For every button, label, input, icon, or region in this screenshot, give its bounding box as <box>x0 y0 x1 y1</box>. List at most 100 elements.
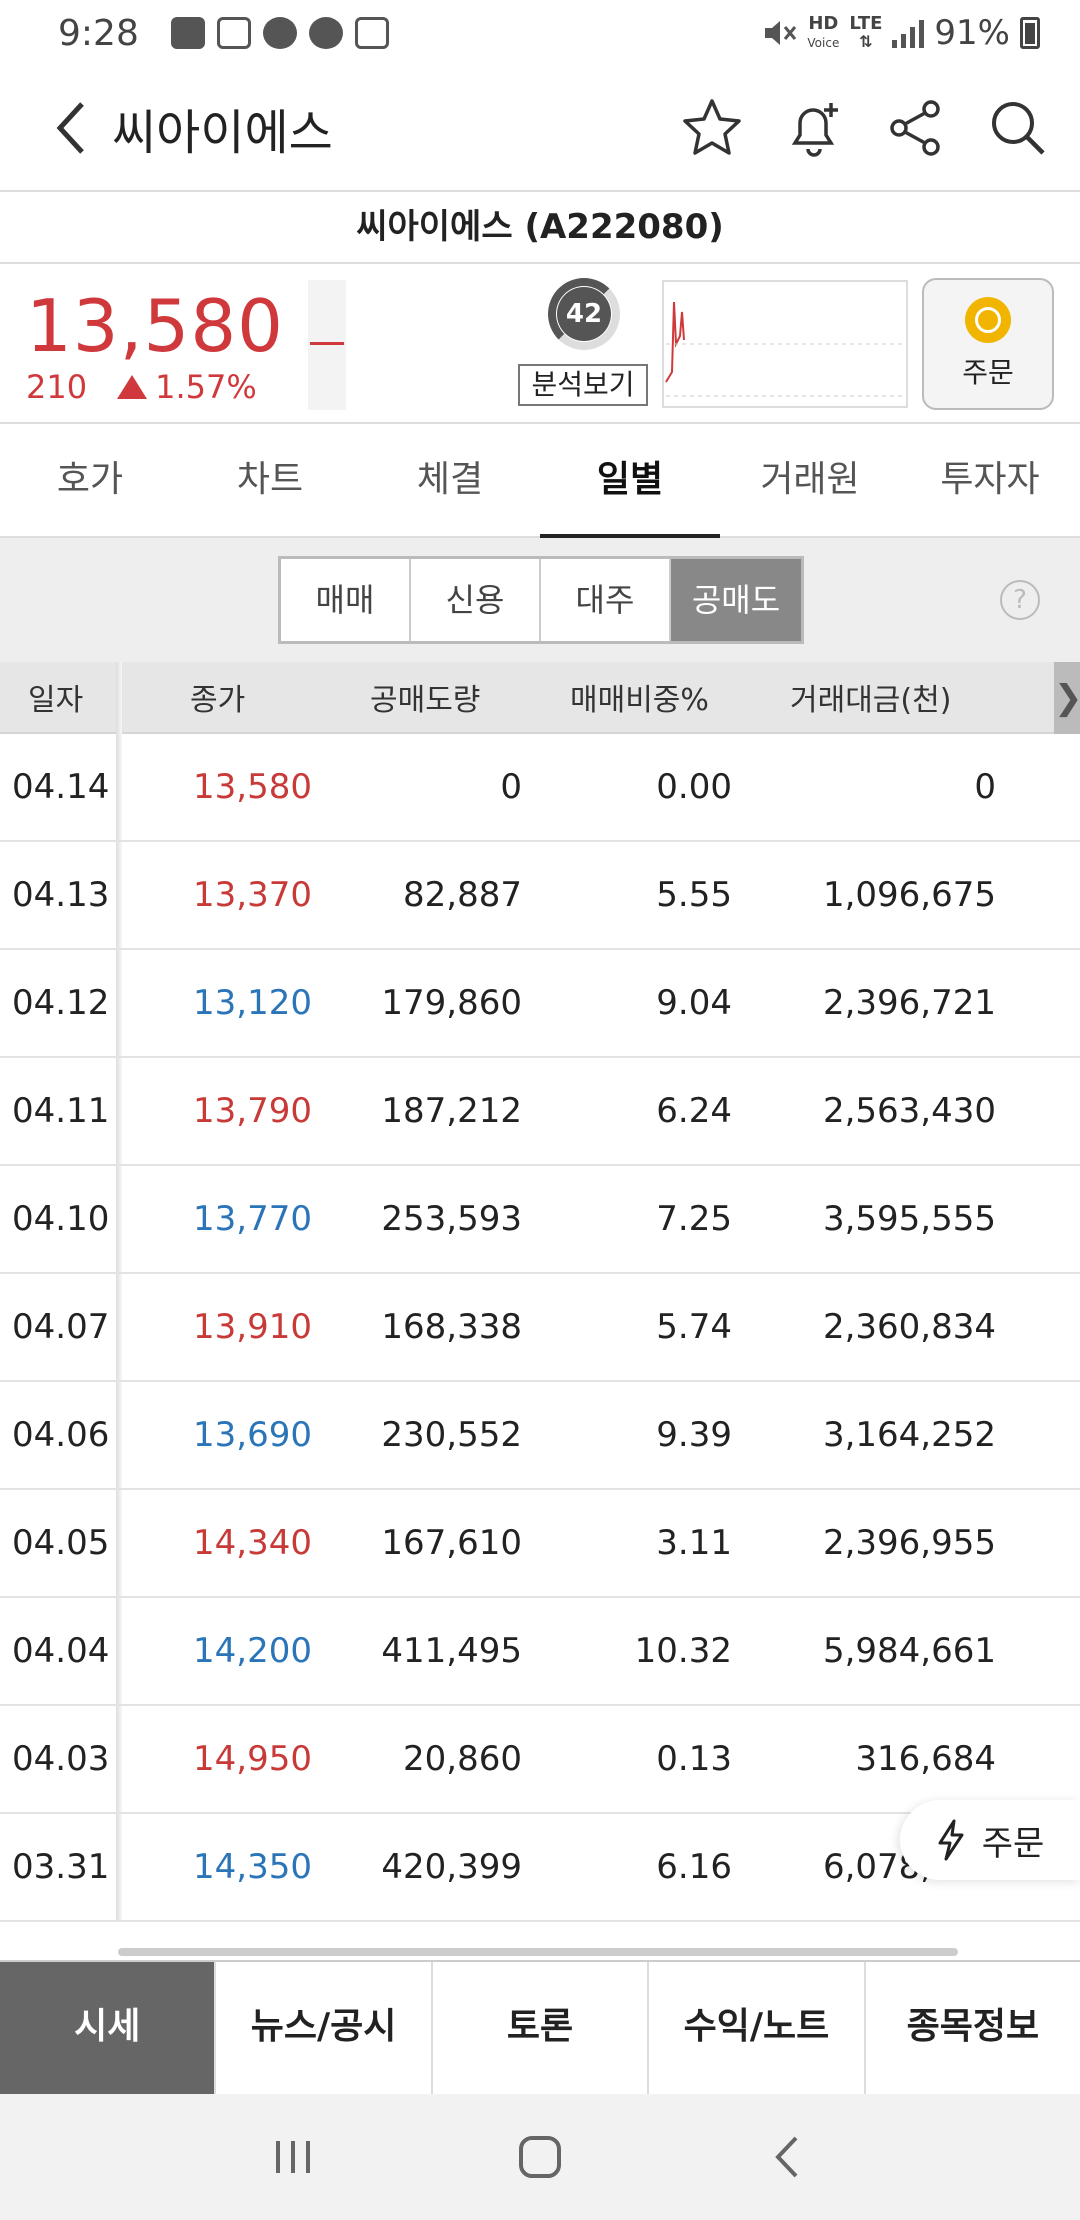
cell-short-volume: 0 <box>500 767 522 807</box>
tab-investors[interactable]: 투자자 <box>900 424 1080 536</box>
tab-brokers[interactable]: 거래원 <box>720 424 900 536</box>
system-nav-bar <box>0 2094 1080 2220</box>
bottom-nav-news[interactable]: 뉴스/공시 <box>216 1962 433 2094</box>
cell-short-volume: 230,552 <box>381 1415 522 1455</box>
cell-ratio: 9.39 <box>656 1415 732 1455</box>
status-bar: 9:28 HD Voice LTE ⇅ 91% <box>0 0 1080 66</box>
cell-amount: 3,595,555 <box>822 1199 996 1239</box>
table-row[interactable]: 04.12 13,120 179,860 9.04 2,396,721 <box>0 950 1080 1058</box>
home-icon <box>518 2136 561 2178</box>
table-row[interactable]: 04.10 13,770 253,593 7.25 3,595,555 <box>0 1166 1080 1274</box>
cell-short-volume: 167,610 <box>381 1523 522 1563</box>
header-short-volume: 공매도량 <box>370 683 481 718</box>
cell-ratio: 10.32 <box>634 1631 732 1671</box>
cell-amount: 3,164,252 <box>822 1415 996 1455</box>
cell-ratio: 6.16 <box>656 1847 732 1887</box>
table-row[interactable]: 04.07 13,910 168,338 5.74 2,360,834 <box>0 1274 1080 1382</box>
cell-amount: 1,096,675 <box>822 875 996 915</box>
segment-lending[interactable]: 대주 <box>541 559 671 641</box>
up-triangle-icon <box>117 375 148 399</box>
table-row[interactable]: 04.13 13,370 82,887 5.55 1,096,675 <box>0 842 1080 950</box>
system-back-button[interactable] <box>747 2117 827 2197</box>
chat-bubble-icon <box>308 17 343 49</box>
cell-short-volume: 420,399 <box>381 1847 522 1887</box>
back-button[interactable] <box>36 93 106 163</box>
segment-trading[interactable]: 매매 <box>281 559 411 641</box>
recent-apps-button[interactable] <box>253 2117 333 2197</box>
home-button[interactable] <box>500 2117 580 2197</box>
cell-close-price: 14,200 <box>193 1631 312 1671</box>
cell-date: 04.03 <box>12 1739 110 1779</box>
search-icon <box>992 102 1045 155</box>
signal-icon <box>892 18 925 48</box>
star-icon <box>683 99 741 155</box>
cell-date: 03.31 <box>12 1847 110 1887</box>
current-price: 13,580 <box>26 284 284 368</box>
table-row[interactable]: 04.04 14,200 411,495 10.32 5,984,661 <box>0 1598 1080 1706</box>
help-icon[interactable]: ? <box>1000 580 1040 620</box>
order-button-label: 주문 <box>962 356 1014 389</box>
cell-amount: 2,360,834 <box>822 1307 996 1347</box>
cell-close-price: 13,910 <box>193 1307 312 1347</box>
recent-apps-icon <box>276 2141 311 2173</box>
bottom-nav-returns[interactable]: 수익/노트 <box>649 1962 866 2094</box>
scroll-right-icon[interactable]: ❯ <box>1054 662 1080 734</box>
cell-short-volume: 411,495 <box>381 1631 522 1671</box>
table-row[interactable]: 04.11 13,790 187,212 6.24 2,563,430 <box>0 1058 1080 1166</box>
cell-short-volume: 187,212 <box>381 1091 522 1131</box>
bell-plus-icon <box>791 103 838 157</box>
segment-credit[interactable]: 신용 <box>411 559 541 641</box>
detail-tabs: 호가 차트 체결 일별 거래원 투자자 <box>0 424 1080 538</box>
gallery-icon <box>354 17 389 49</box>
cell-amount: 2,563,430 <box>822 1091 996 1131</box>
horizontal-scrollbar[interactable] <box>118 1948 958 1956</box>
cell-ratio: 0.13 <box>656 1739 732 1779</box>
tab-hoga[interactable]: 호가 <box>0 424 180 536</box>
table-row[interactable]: 04.03 14,950 20,860 0.13 316,684 <box>0 1706 1080 1814</box>
table-row[interactable]: 04.05 14,340 167,610 3.11 2,396,955 <box>0 1490 1080 1598</box>
back-arrow-icon <box>56 102 84 154</box>
analysis-button[interactable]: 분석보기 <box>518 364 648 406</box>
cell-close-price: 13,120 <box>193 983 312 1023</box>
floating-order-button[interactable]: 주문 <box>900 1800 1080 1880</box>
cell-close-price: 14,950 <box>193 1739 312 1779</box>
battery-icon <box>1020 17 1040 49</box>
intraday-mini-chart[interactable] <box>662 280 908 408</box>
cell-date: 04.05 <box>12 1523 110 1563</box>
tab-trades[interactable]: 체결 <box>360 424 540 536</box>
segment-short-selling[interactable]: 공매도 <box>671 559 801 641</box>
segment-control: 매매 신용 대주 공매도 <box>278 556 804 644</box>
favorite-button[interactable] <box>680 96 744 160</box>
cell-close-price: 13,790 <box>193 1091 312 1131</box>
tab-chart[interactable]: 차트 <box>180 424 360 536</box>
bottom-nav-quotes[interactable]: 시세 <box>0 1962 217 2094</box>
status-time: 9:28 <box>58 12 139 54</box>
tab-daily[interactable]: 일별 <box>540 424 720 538</box>
price-change: 210 1.57% <box>26 368 257 406</box>
cell-close-price: 13,690 <box>193 1415 312 1455</box>
cell-amount: 2,396,955 <box>822 1523 996 1563</box>
price-summary: 13,580 210 1.57% 42 분석보기 주문 <box>0 264 1080 424</box>
table-row[interactable]: 04.14 13,580 0 0.00 0 <box>0 734 1080 842</box>
search-button[interactable] <box>986 96 1050 160</box>
mute-icon <box>765 21 797 45</box>
lightning-icon <box>938 1819 964 1861</box>
change-percent: 1.57% <box>155 368 257 406</box>
bottom-nav-discussion[interactable]: 토론 <box>432 1962 650 2094</box>
cell-short-volume: 168,338 <box>381 1307 522 1347</box>
cell-amount: 0 <box>974 767 996 807</box>
short-selling-table: 04.14 13,580 0 0.00 0 04.13 13,370 82,887 5.55 1,… <box>0 734 1080 1922</box>
alert-add-button[interactable] <box>782 96 846 160</box>
table-row[interactable]: 04.06 13,690 230,552 9.39 3,164,252 <box>0 1382 1080 1490</box>
order-medal-icon <box>965 297 1011 343</box>
cell-ratio: 5.74 <box>656 1307 732 1347</box>
cell-ratio: 9.04 <box>656 983 732 1023</box>
app-bar: 씨아이에스 <box>0 66 1080 192</box>
battery-percent: 91% <box>934 13 1010 53</box>
share-button[interactable] <box>884 96 948 160</box>
order-button[interactable]: 주문 <box>922 278 1054 410</box>
cell-ratio: 6.24 <box>656 1091 732 1131</box>
cell-close-price: 13,370 <box>193 875 312 915</box>
bottom-nav-stock-info[interactable]: 종목정보 <box>865 1962 1080 2094</box>
cell-short-volume: 20,860 <box>403 1739 522 1779</box>
